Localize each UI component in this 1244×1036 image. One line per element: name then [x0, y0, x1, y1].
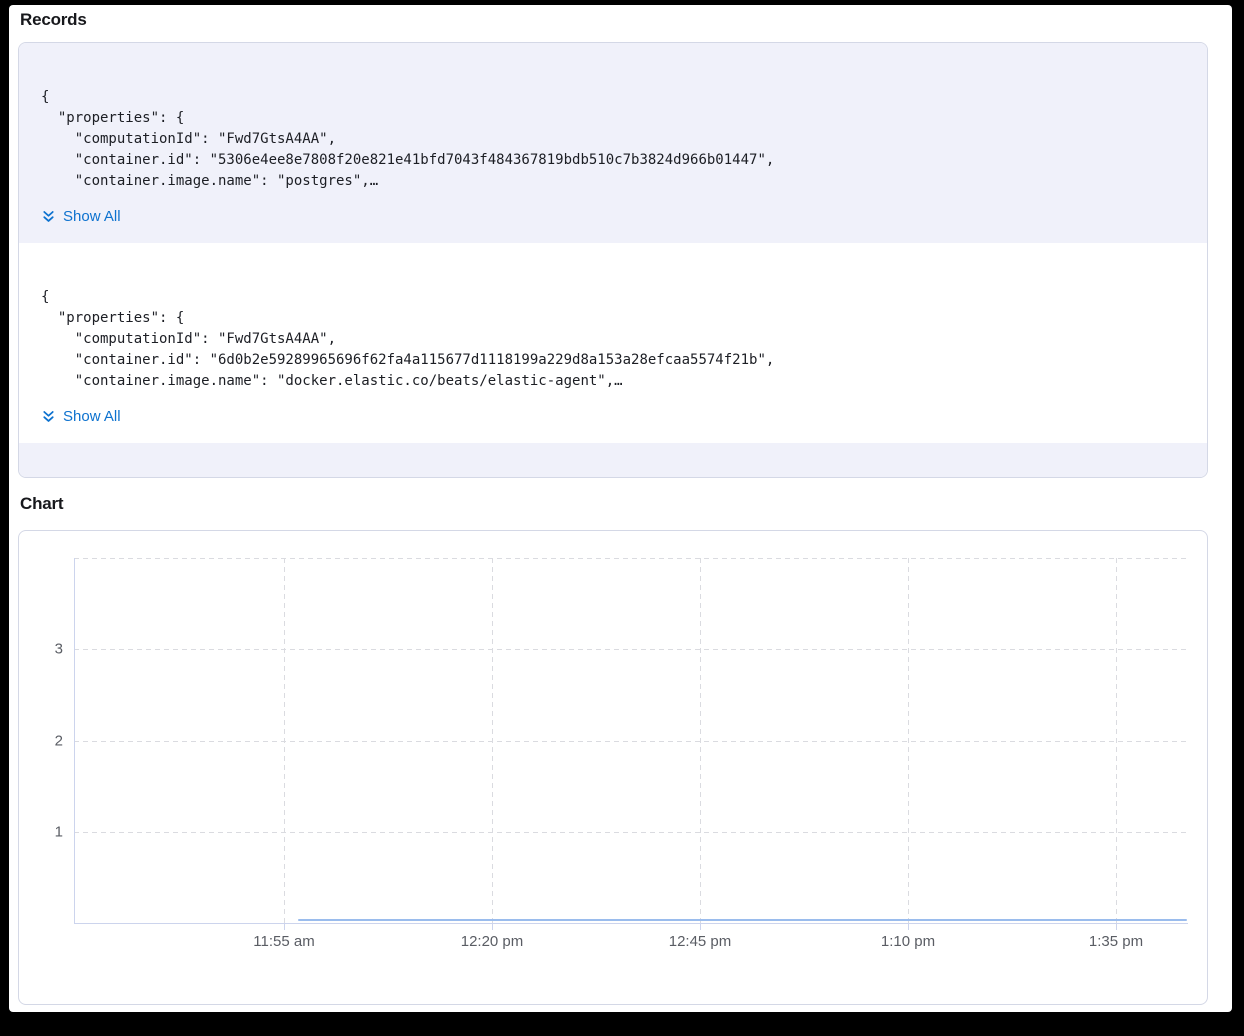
show-all-link[interactable]: Show All	[41, 408, 121, 425]
record-row-partial	[19, 443, 1207, 477]
gridline-horizontal	[74, 832, 1187, 833]
x-axis-tick	[700, 924, 701, 930]
gridline-horizontal	[74, 741, 1187, 742]
show-all-label: Show All	[63, 208, 121, 225]
y-axis-line	[74, 558, 75, 924]
x-axis-tick	[1116, 924, 1117, 930]
x-axis-tick-label: 11:55 am	[253, 933, 314, 950]
gridline-horizontal	[74, 649, 1187, 650]
record-json: { "properties": { "computationId": "Fwd7…	[41, 87, 1183, 192]
x-axis-tick-label: 1:10 pm	[881, 933, 935, 950]
y-axis-tick-label: 2	[19, 732, 63, 749]
x-axis-tick-label: 1:35 pm	[1089, 933, 1143, 950]
record-row: { "properties": { "computationId": "Fwd7…	[19, 243, 1207, 443]
gridline-vertical	[284, 558, 285, 923]
x-axis-tick-label: 12:20 pm	[461, 933, 524, 950]
records-section-title: Records	[20, 10, 87, 30]
chart-plot[interactable]: 1 2 3 11:55 am 12:20 pm 12:45 pm 1:10 pm 1:35 p…	[19, 531, 1207, 1004]
y-axis-tick-label: 1	[19, 823, 63, 840]
record-row: { "properties": { "computationId": "Fwd7…	[19, 43, 1207, 243]
gridline-vertical	[700, 558, 701, 923]
gridline-vertical	[1116, 558, 1117, 923]
x-axis-line	[74, 923, 1188, 924]
records-card[interactable]: { "properties": { "computationId": "Fwd7…	[18, 42, 1208, 478]
gridline-horizontal	[74, 558, 1187, 559]
gridline-vertical	[908, 558, 909, 923]
double-chevron-down-icon	[41, 409, 56, 424]
gridline-vertical	[492, 558, 493, 923]
x-axis-tick	[492, 924, 493, 930]
show-all-label: Show All	[63, 408, 121, 425]
double-chevron-down-icon	[41, 209, 56, 224]
y-axis-tick-label: 3	[19, 641, 63, 658]
x-axis-tick	[284, 924, 285, 930]
record-json: { "properties": { "computationId": "Fwd7…	[41, 287, 1183, 392]
chart-section-title: Chart	[20, 494, 63, 514]
x-axis-tick	[908, 924, 909, 930]
chart-card: 1 2 3 11:55 am 12:20 pm 12:45 pm 1:10 pm 1:35 p…	[18, 530, 1208, 1005]
page: Records { "properties": { "computationId…	[9, 5, 1232, 1012]
x-axis-tick-label: 12:45 pm	[669, 933, 732, 950]
series-line	[298, 919, 1187, 921]
show-all-link[interactable]: Show All	[41, 208, 121, 225]
